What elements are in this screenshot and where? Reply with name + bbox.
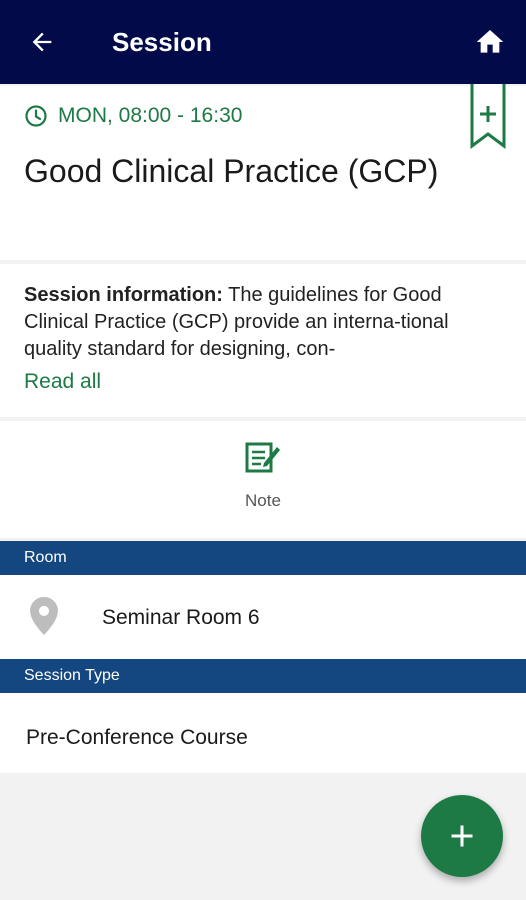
note-card: Note bbox=[0, 421, 526, 538]
session-type-row: Pre-Conference Course bbox=[0, 693, 526, 773]
home-button[interactable] bbox=[470, 22, 510, 62]
note-label: Note bbox=[245, 491, 281, 510]
session-time-row: MON, 08:00 - 16:30 bbox=[24, 104, 242, 128]
clock-icon bbox=[25, 105, 47, 127]
back-button[interactable] bbox=[22, 22, 62, 62]
room-section-header: Room bbox=[0, 541, 526, 575]
page-title: Session bbox=[112, 26, 212, 57]
session-time: MON, 08:00 - 16:30 bbox=[58, 104, 243, 127]
home-icon bbox=[476, 30, 504, 53]
session-title: Good Clinical Practice (GCP) bbox=[24, 153, 439, 189]
app-bar: Session bbox=[0, 0, 526, 84]
room-row: Seminar Room 6 bbox=[0, 575, 526, 659]
read-all-link[interactable]: Read all bbox=[24, 370, 101, 394]
room-value: Seminar Room 6 bbox=[102, 606, 260, 629]
plus-icon bbox=[451, 825, 473, 847]
note-button[interactable]: Note bbox=[213, 439, 313, 525]
session-type-value: Pre-Conference Course bbox=[26, 726, 248, 749]
location-pin-icon bbox=[30, 597, 58, 635]
add-fab-button[interactable] bbox=[421, 795, 503, 877]
session-header-card: MON, 08:00 - 16:30 Good Clinical Practic… bbox=[0, 84, 526, 260]
edit-note-icon bbox=[245, 442, 280, 473]
arrow-left-icon bbox=[32, 32, 52, 52]
session-info-card: Session information: The guidelines for … bbox=[0, 264, 526, 417]
session-info-text: Session information: The guidelines for … bbox=[24, 282, 502, 363]
bookmark-add-icon[interactable] bbox=[470, 84, 506, 150]
session-type-section-header: Session Type bbox=[0, 659, 526, 693]
session-info-label: Session information: bbox=[24, 284, 223, 306]
